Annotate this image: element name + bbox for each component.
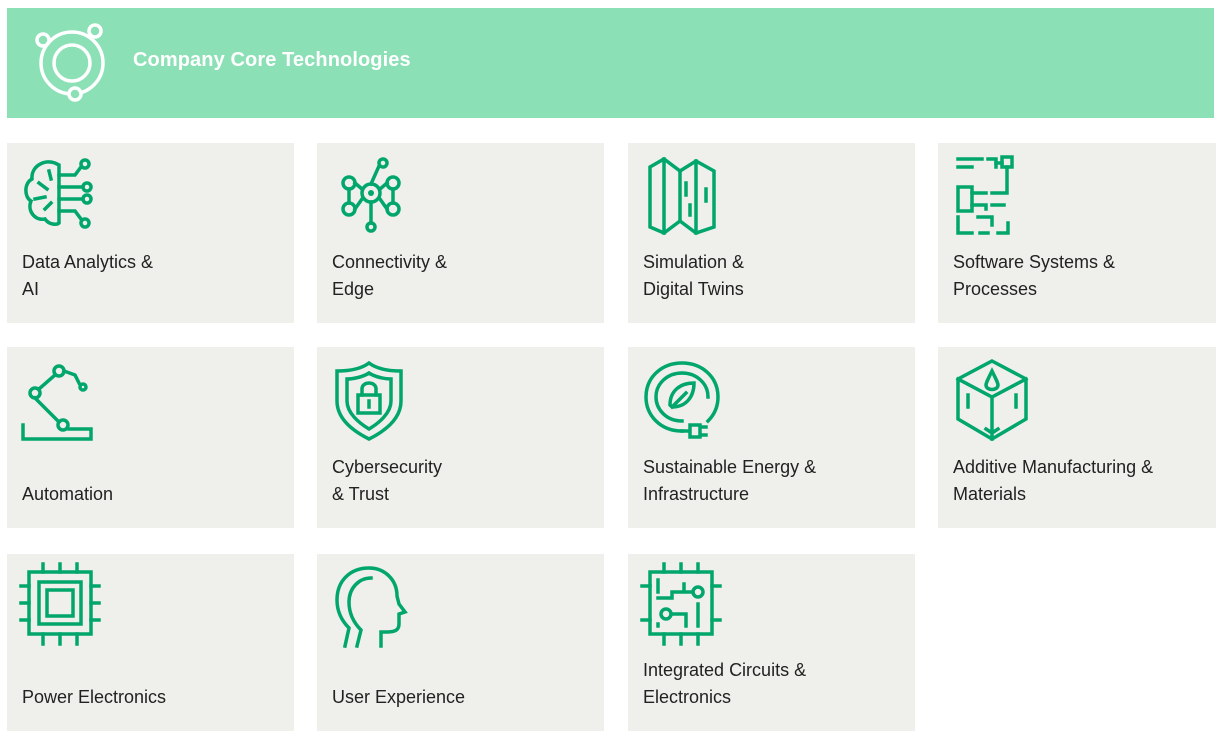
tile-label: Data Analytics & AI	[22, 252, 154, 299]
robot-arm-icon	[21, 357, 103, 441]
tile-label: Sustainable Energy & Infrastructure	[643, 457, 817, 504]
tile-data-analytics-ai[interactable]: Data Analytics & AI	[7, 143, 294, 323]
cube-drop-icon	[952, 357, 1034, 442]
tile-software-systems-processes[interactable]: Software Systems & Processes	[938, 143, 1216, 323]
tile-automation[interactable]: Automation	[7, 347, 294, 528]
brain-circuit-icon	[21, 153, 103, 235]
tile-label: Simulation & Digital Twins	[643, 252, 745, 299]
orbit-icon	[29, 20, 115, 106]
tile-cybersecurity-trust[interactable]: Cybersecurity & Trust	[317, 347, 604, 528]
tile-label: User Experience	[332, 687, 466, 707]
tile-label: Power Electronics	[22, 687, 167, 707]
tile-power-electronics[interactable]: Power Electronics	[7, 554, 294, 731]
flowchart-icon	[952, 153, 1034, 235]
tile-additive-manufacturing[interactable]: Additive Manufacturing & Materials	[938, 347, 1216, 528]
tile-user-experience[interactable]: User Experience	[317, 554, 604, 731]
circuit-board-icon	[640, 562, 724, 646]
folded-map-icon	[642, 153, 724, 236]
leaf-plug-icon	[642, 357, 724, 439]
tile-label: Connectivity & Edge	[332, 252, 448, 299]
tile-label: Cybersecurity & Trust	[332, 457, 443, 504]
tile-integrated-circuits[interactable]: Integrated Circuits & Electronics	[628, 554, 915, 731]
tile-connectivity-edge[interactable]: Connectivity & Edge	[317, 143, 604, 323]
tile-label: Automation	[22, 484, 114, 504]
network-hub-icon	[331, 153, 413, 235]
chip-icon	[19, 562, 103, 646]
tile-label: Additive Manufacturing & Materials	[953, 457, 1154, 504]
human-head-icon	[331, 564, 413, 649]
tile-label: Integrated Circuits & Electronics	[643, 660, 807, 707]
page-title: Company Core Technologies	[133, 49, 411, 71]
shield-lock-icon	[331, 357, 413, 441]
tile-sustainable-energy[interactable]: Sustainable Energy & Infrastructure	[628, 347, 915, 528]
tile-label: Software Systems & Processes	[953, 252, 1116, 299]
tile-simulation-digital-twins[interactable]: Simulation & Digital Twins	[628, 143, 915, 323]
header-banner: Company Core Technologies	[7, 8, 1214, 118]
